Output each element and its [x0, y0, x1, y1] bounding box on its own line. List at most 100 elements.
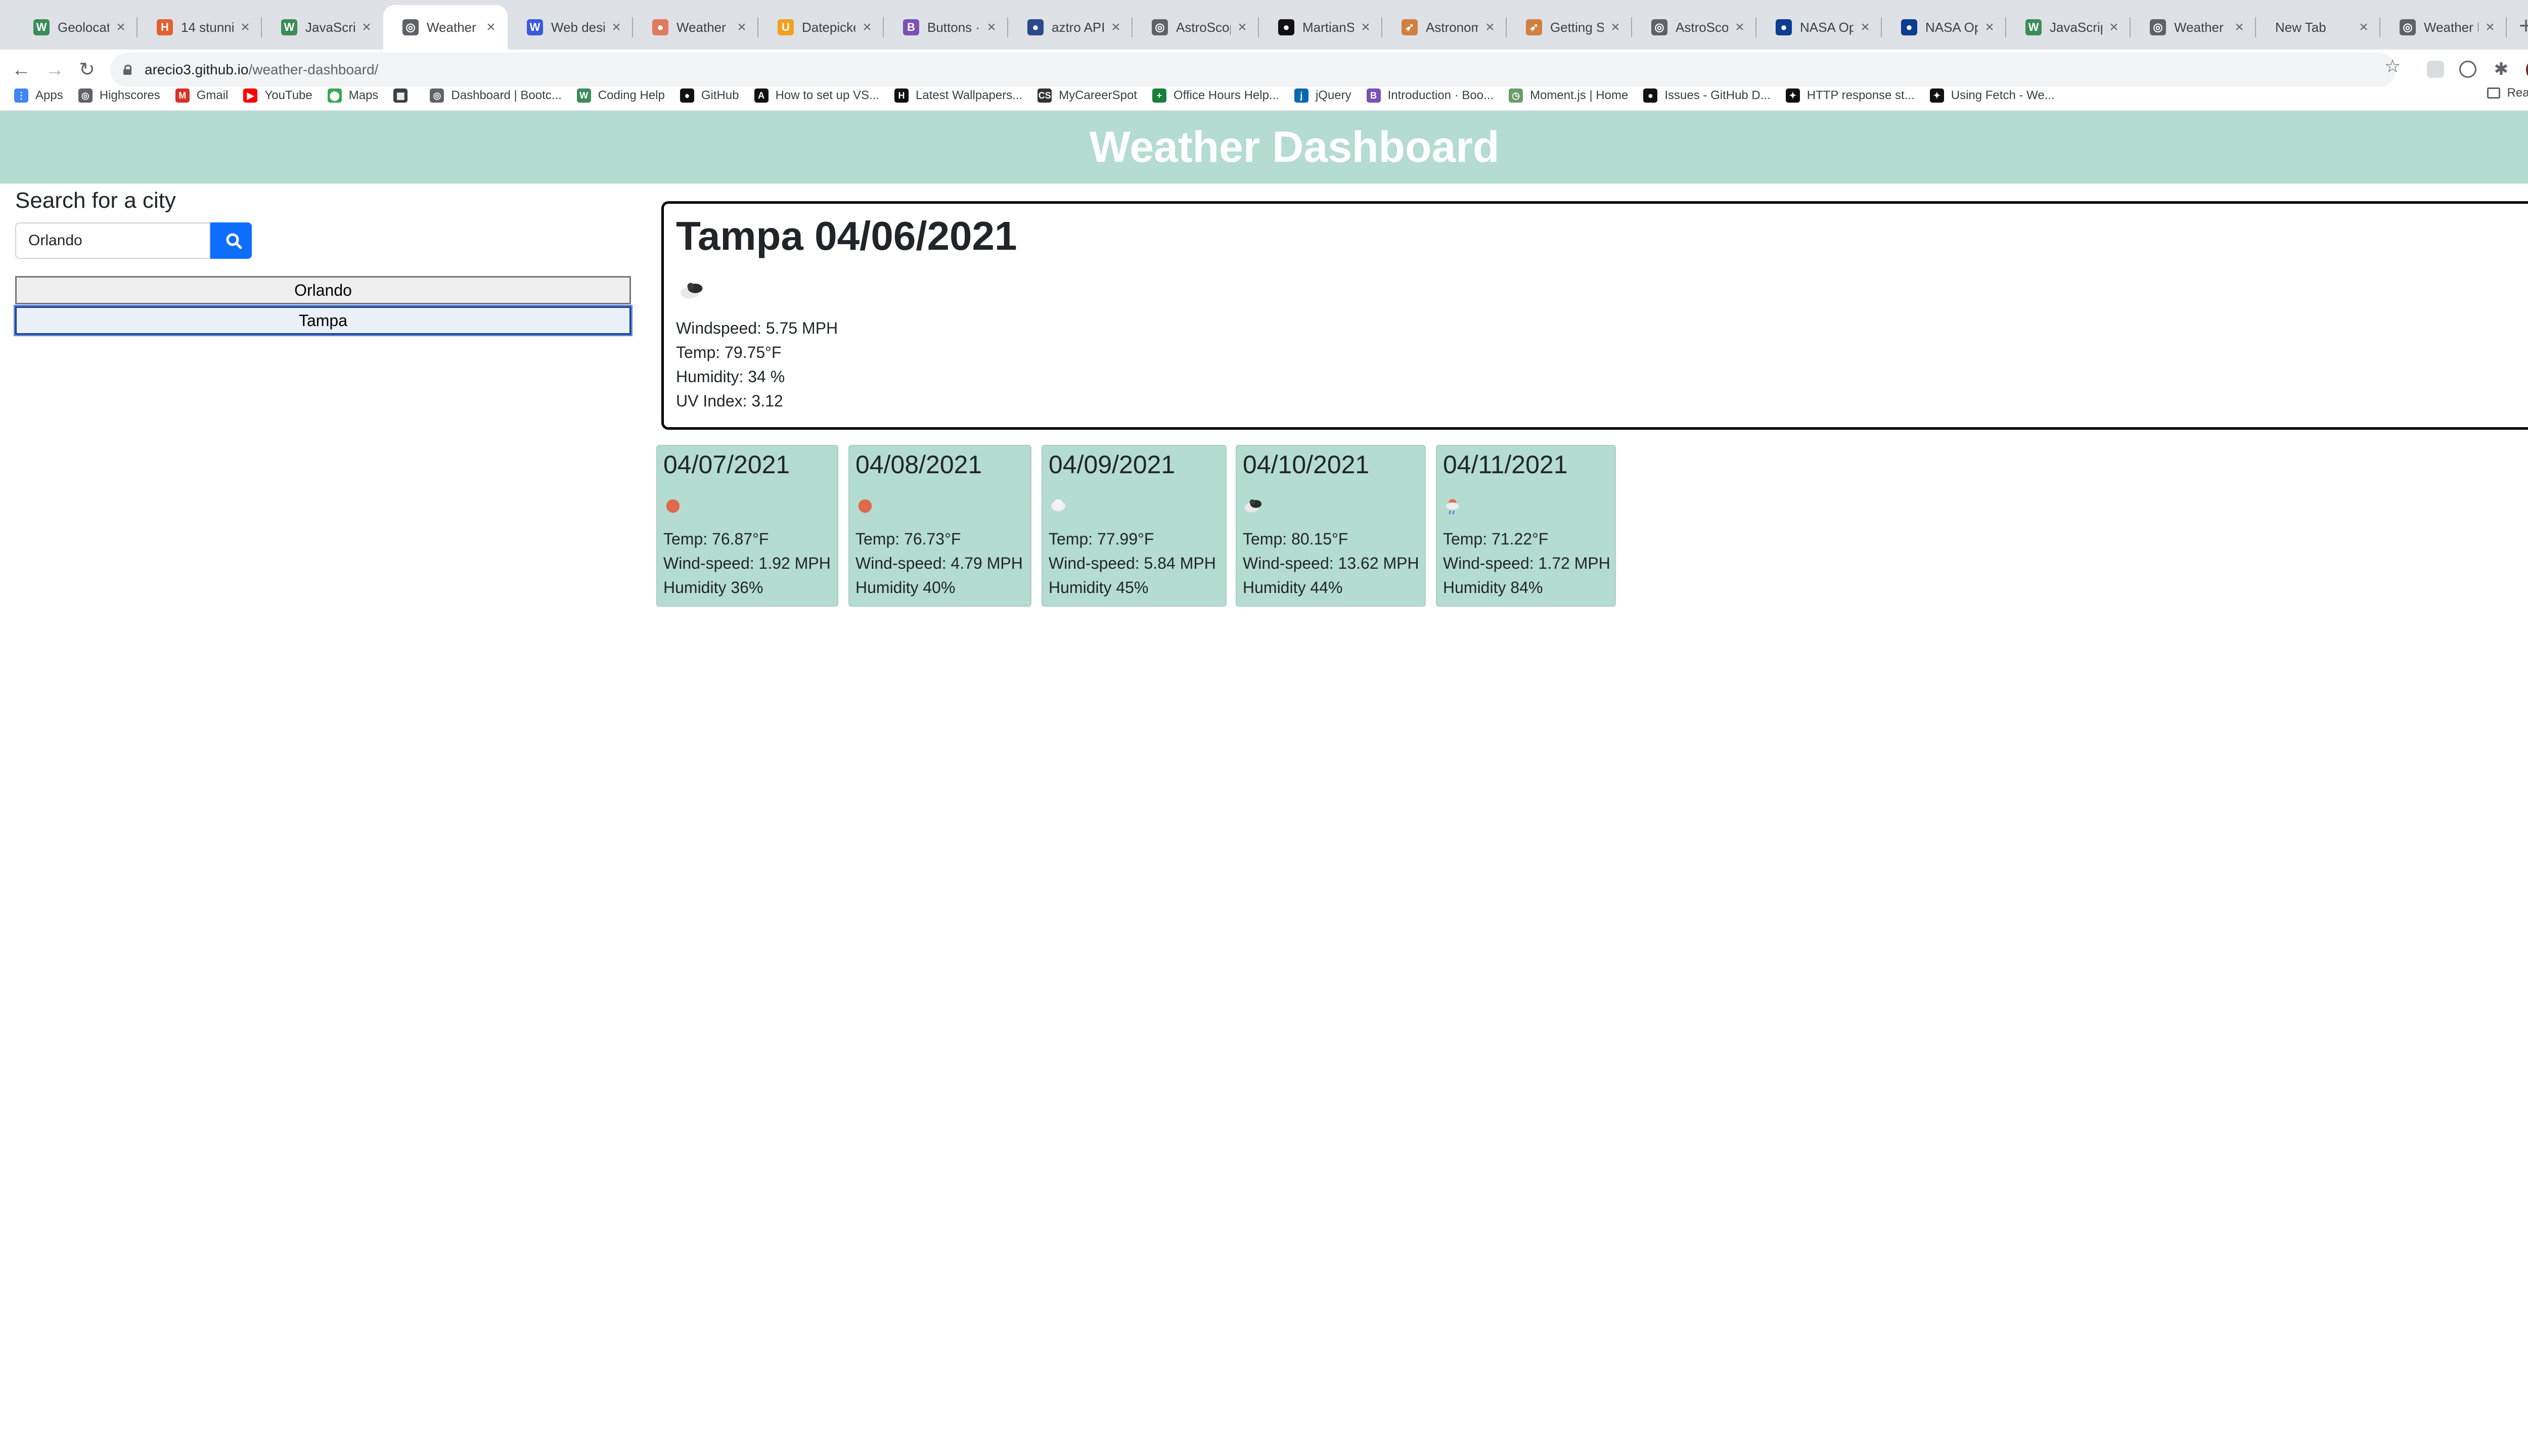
rocket-icon: ➶ — [1526, 19, 1542, 35]
extension-icon[interactable] — [2427, 61, 2444, 78]
browser-tab[interactable]: U Datepicker× — [758, 5, 884, 50]
bookmark-star-icon[interactable]: ☆ — [2384, 56, 2401, 77]
bookmark-item[interactable]: W Coding Help — [576, 88, 665, 103]
close-icon[interactable]: × — [2481, 19, 2499, 36]
forecast-card: 04/10/2021 Temp: 80.15°F Wind-speed: 13.62… — [1236, 445, 1426, 607]
close-icon[interactable]: × — [733, 19, 750, 36]
browser-tab[interactable]: ● NASA Ope× — [1756, 5, 1882, 50]
browser-tab[interactable]: ➶ Astronomy× — [1382, 5, 1507, 50]
close-icon[interactable]: × — [1481, 19, 1499, 36]
bookmark-item[interactable]: H Latest Wallpapers... — [894, 88, 1022, 103]
back-icon[interactable]: ← — [7, 56, 35, 84]
browser-tab[interactable]: ◎ AstroScope× — [1632, 5, 1756, 50]
bookmark-item[interactable]: ▦ — [393, 88, 415, 103]
tab-title: Weather C — [676, 19, 730, 35]
bookmark-item[interactable]: ◷ Moment.js | Home — [1509, 88, 1628, 103]
bookmark-item[interactable]: ⋮ Apps — [14, 88, 63, 103]
search-history: Orlando Tampa — [15, 276, 631, 337]
browser-tab[interactable]: H 14 stunning× — [138, 5, 262, 50]
close-icon[interactable]: × — [1357, 19, 1374, 36]
bookmark-item[interactable]: A How to set up VS... — [754, 88, 879, 103]
browser-tab[interactable]: ● NASA Ope× — [1882, 5, 2006, 50]
browser-tab[interactable]: New Tab × — [2256, 5, 2380, 50]
tab-title: AstroScope — [1176, 19, 1231, 35]
close-icon[interactable]: × — [1607, 19, 1624, 36]
close-icon[interactable]: × — [1857, 19, 1874, 36]
nasa-icon: ● — [1776, 19, 1792, 35]
close-icon[interactable]: × — [2105, 19, 2123, 36]
current-windspeed: Windspeed: 5.75 MPH — [676, 319, 838, 337]
bookmark-item[interactable]: j jQuery — [1294, 88, 1351, 103]
bookmark-item[interactable]: ✦ Using Fetch - We... — [1929, 88, 2055, 103]
browser-tab[interactable]: W JavaScript× — [2006, 5, 2131, 50]
forecast-date: 04/07/2021 — [663, 450, 790, 479]
history-city-button[interactable]: Tampa — [15, 306, 631, 335]
browser-tab[interactable]: B Buttons · B× — [884, 5, 1008, 50]
browser-tab[interactable]: ● MartianSk× — [1259, 5, 1382, 50]
avatar[interactable] — [2526, 59, 2528, 81]
w-icon: W — [527, 19, 543, 35]
bookmark-item[interactable]: ✦ HTTP response st... — [1785, 88, 1915, 103]
bookmark-label: Moment.js | Home — [1530, 88, 1629, 102]
clear-sun-icon — [858, 499, 872, 513]
browser-tab[interactable]: W Web design× — [508, 5, 633, 50]
city-search-input[interactable] — [15, 222, 210, 259]
close-icon[interactable]: × — [2355, 19, 2372, 36]
bookmark-item[interactable]: ▶ YouTube — [243, 88, 312, 103]
browser-tab[interactable]: ◎ Weather Dashboard× — [383, 5, 508, 50]
forward-icon[interactable]: → — [40, 56, 69, 84]
forecast-humidity: Humidity 84% — [1443, 578, 1543, 597]
browser-tab[interactable]: ➶ Getting St × — [1507, 5, 1632, 50]
close-icon[interactable]: × — [608, 19, 625, 36]
bookmark-item[interactable]: CS MyCareerSpot — [1037, 88, 1137, 103]
forecast-card: 04/11/2021 Temp: 71.22°F Wind-speed: 1.72 … — [1436, 445, 1616, 607]
close-icon[interactable]: × — [2231, 19, 2248, 36]
browser-tab[interactable]: ◎ Weather D× — [2131, 5, 2256, 50]
bookmark-item[interactable]: ● Issues - GitHub D... — [1643, 88, 1771, 103]
close-icon[interactable]: × — [859, 19, 876, 36]
weather-icon — [854, 492, 890, 523]
close-icon[interactable]: × — [237, 19, 254, 36]
bookmark-item[interactable]: ◎ Dashboard | Bootc... — [430, 88, 562, 103]
puzzle-icon[interactable]: ✱ — [2493, 61, 2510, 78]
close-icon[interactable]: × — [112, 19, 129, 36]
browser-tab[interactable]: ● aztro API × — [1008, 5, 1133, 50]
weather-icon — [662, 492, 698, 523]
close-icon[interactable]: × — [1234, 19, 1251, 36]
reading-list[interactable]: Reading List — [2487, 86, 2528, 100]
browser-tab[interactable]: ◎ AstroScope× — [1133, 5, 1259, 50]
forecast-humidity: Humidity 44% — [1243, 578, 1343, 597]
globe-icon: ◎ — [1651, 19, 1667, 35]
broken-clouds-icon — [1244, 499, 1262, 513]
w-icon: W — [576, 88, 591, 103]
close-icon[interactable]: × — [482, 19, 500, 36]
tab-title: NASA Ope — [1800, 19, 1854, 35]
close-icon[interactable]: × — [358, 19, 375, 36]
bookmark-item[interactable]: ● GitHub — [680, 88, 739, 103]
browser-tab[interactable]: ◎ Weather D× — [2380, 5, 2507, 50]
reload-icon[interactable]: ↻ — [73, 56, 101, 84]
bookmark-item[interactable]: ◎ Highscores — [78, 88, 160, 103]
forecast-card: 04/09/2021 Temp: 77.99°F Wind-speed: 5.84 … — [1042, 445, 1227, 607]
close-icon[interactable]: × — [1981, 19, 1998, 36]
bookmark-item[interactable]: ⬤ Maps — [327, 88, 378, 103]
forecast-temp: Temp: 76.73°F — [855, 530, 961, 548]
history-city-button[interactable]: Orlando — [15, 276, 631, 304]
browser-tab[interactable]: W Geolocation× — [14, 5, 138, 50]
bookmark-label: How to set up VS... — [775, 88, 880, 102]
close-icon[interactable]: × — [983, 19, 1000, 36]
bookmark-item[interactable]: + Office Hours Help... — [1152, 88, 1279, 103]
forecast-wind: Wind-speed: 13.62 MPH — [1243, 554, 1419, 572]
extension-icon[interactable] — [2459, 61, 2476, 78]
cs-icon: CS — [1037, 88, 1052, 103]
search-button[interactable] — [210, 222, 252, 259]
close-icon[interactable]: × — [1731, 19, 1748, 36]
bookmark-item[interactable]: M Gmail — [175, 88, 228, 103]
close-icon[interactable]: × — [1107, 19, 1124, 36]
mdn-icon: ✦ — [1929, 88, 1944, 103]
gmail-icon: M — [175, 88, 190, 103]
bookmark-item[interactable]: B Introduction · Boo... — [1366, 88, 1494, 103]
new-tab-button[interactable]: + — [2512, 12, 2528, 40]
browser-tab[interactable]: W JavaScript× — [262, 5, 383, 50]
browser-tab[interactable]: ● Weather C× — [633, 5, 758, 50]
